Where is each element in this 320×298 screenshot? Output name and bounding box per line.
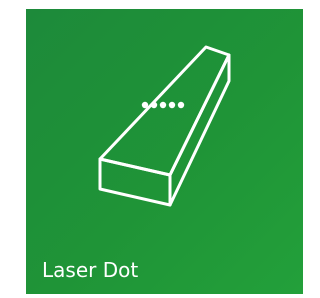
laser-dot-tile[interactable]: Laser Dot — [26, 9, 303, 294]
laser-bar-icon — [98, 45, 231, 207]
tile-label: Laser Dot — [42, 258, 139, 282]
